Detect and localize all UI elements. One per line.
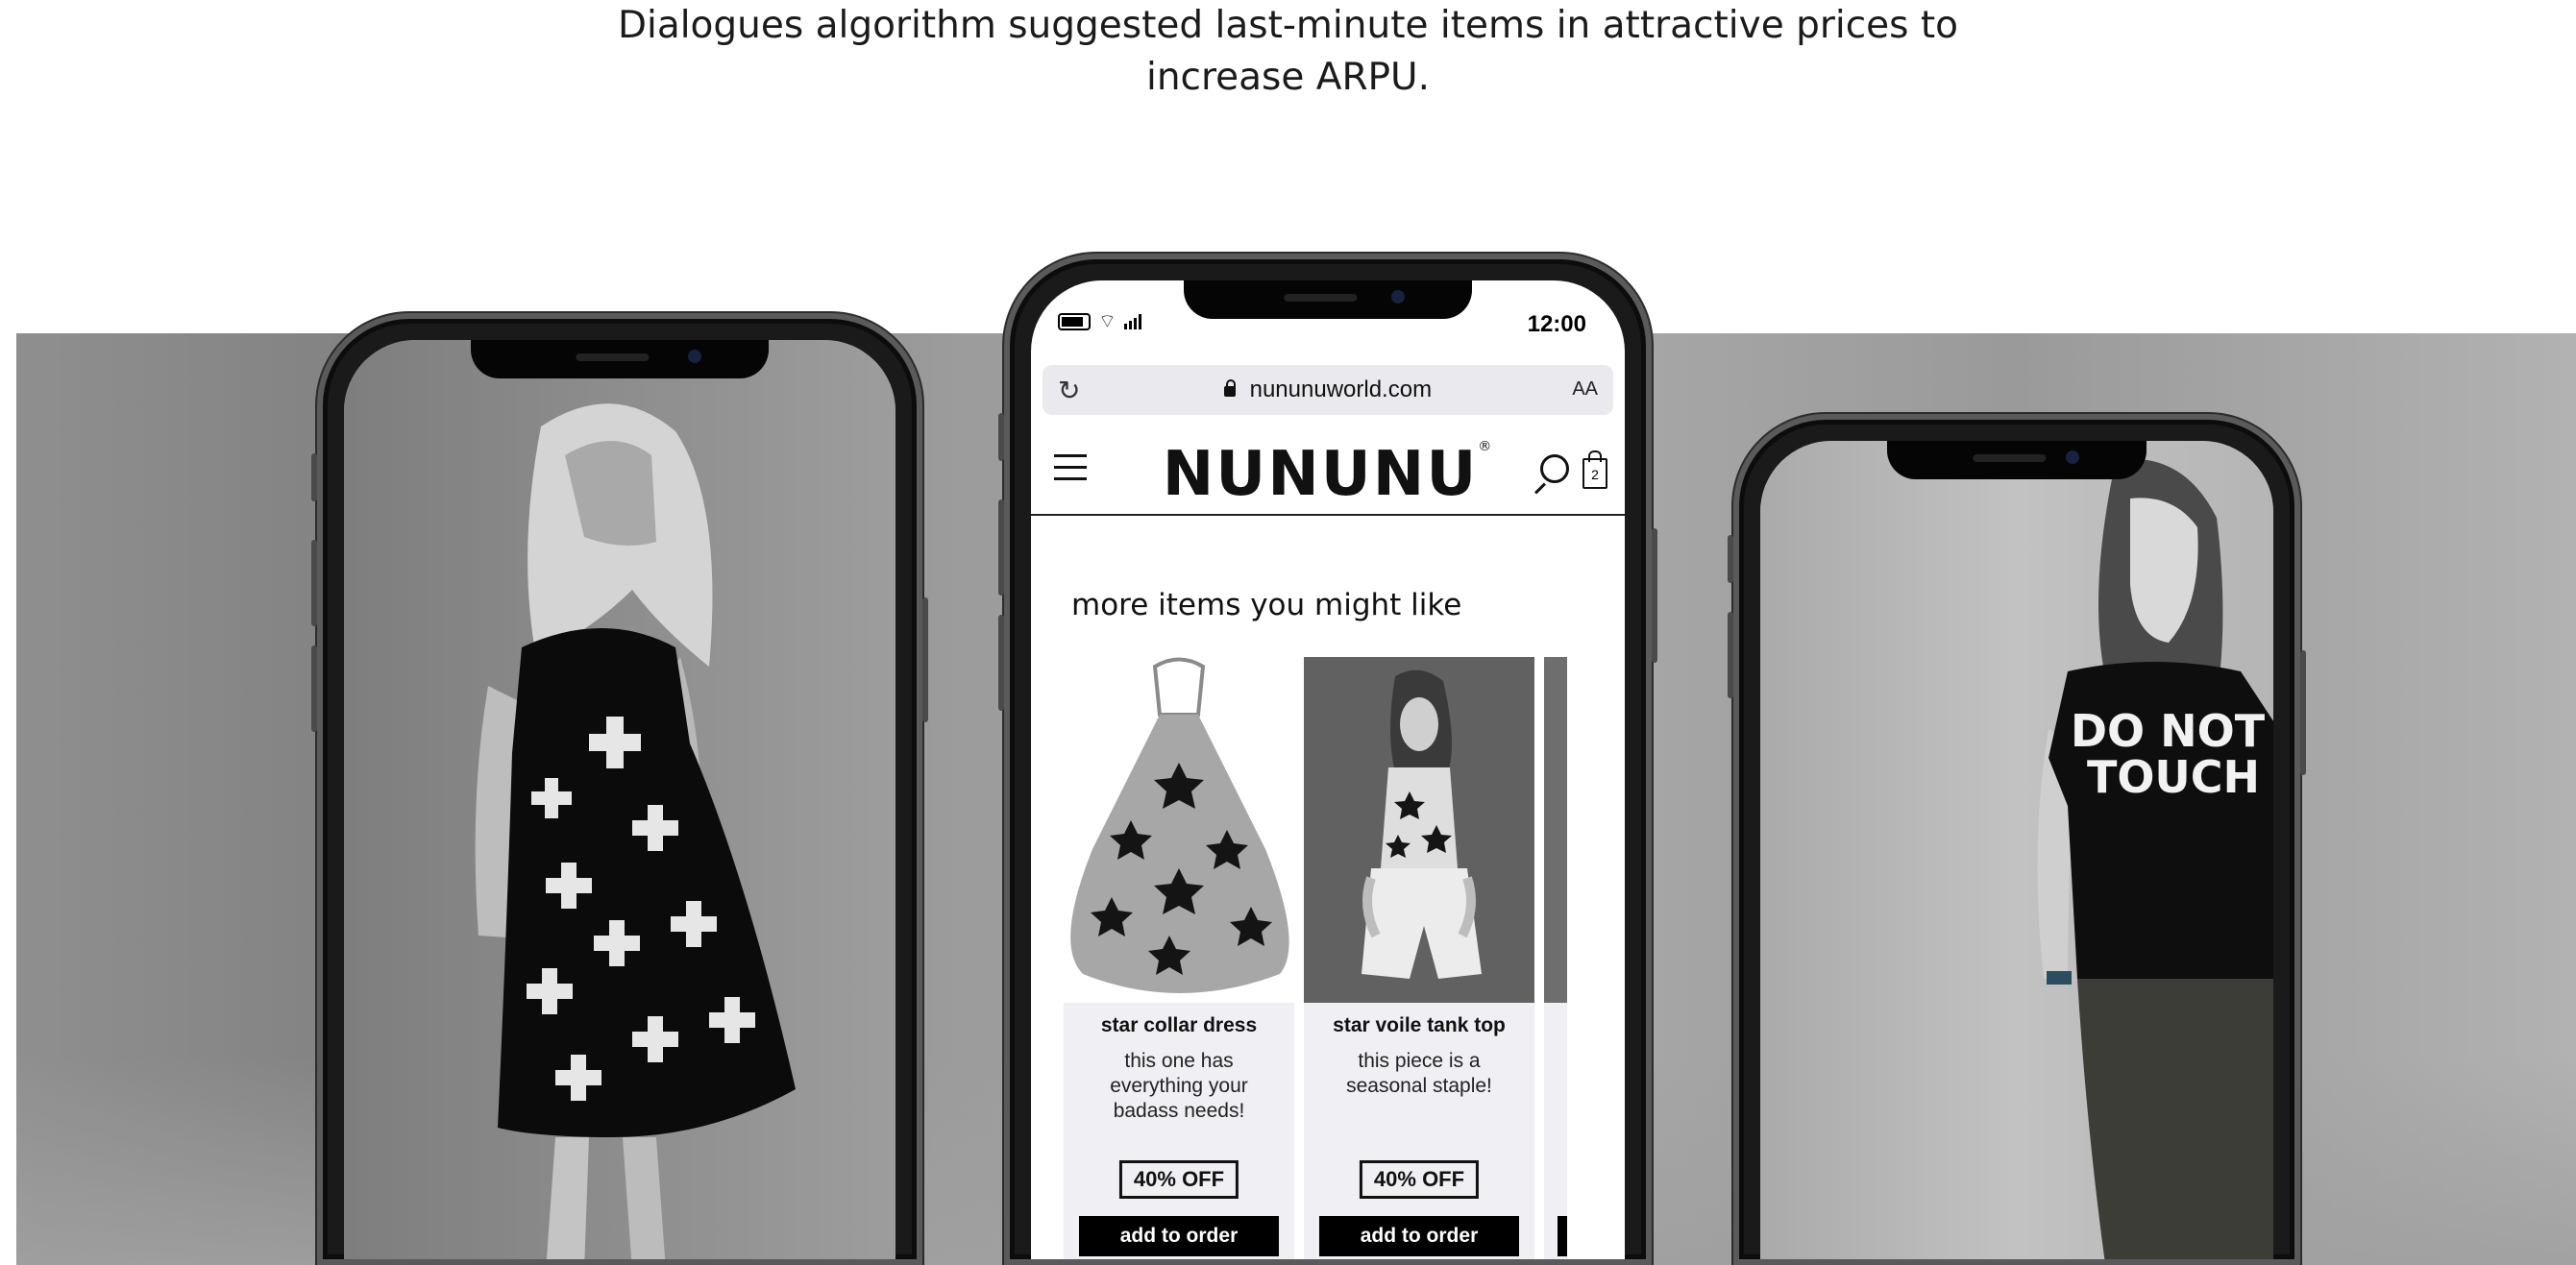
right-phone: DO NOT TOUCH (1728, 414, 2306, 1265)
volume-up-button (1728, 612, 1733, 698)
volume-up-button (998, 499, 1004, 596)
star-voile-tank-top-image (1304, 657, 1534, 1003)
front-camera (1391, 290, 1405, 304)
boy-in-slogan-tee-illustration: DO NOT TOUCH (2037, 458, 2273, 1259)
left-phone-screen (344, 340, 895, 1259)
left-phone (311, 313, 928, 1265)
power-button (2300, 650, 2306, 775)
power-button (1652, 528, 1657, 663)
caption-line-1: Dialogues algorithm suggested last-minut… (617, 4, 1959, 47)
url-text: nununuworld.com (1249, 377, 1433, 402)
registered-mark: ® (1478, 439, 1494, 454)
bag-count: 2 (1591, 467, 1599, 482)
shopping-bag-icon[interactable]: 2 (1582, 450, 1607, 489)
product-name[interactable]: star collar dress (1064, 1014, 1294, 1037)
power-button (922, 597, 928, 722)
add-to-order-button[interactable] (1558, 1216, 1567, 1256)
right-phone-notch (1887, 441, 2147, 479)
product-description: this piece is a seasonal staple! (1346, 1050, 1492, 1097)
caption: Dialogues algorithm suggested last-minut… (0, 0, 2576, 104)
volume-down-button (311, 645, 317, 732)
browser-address-bar[interactable]: ↻ nununuworld.com AA (1043, 365, 1613, 415)
status-time: 12:00 (1527, 311, 1586, 337)
volume-up-button (311, 540, 317, 626)
product-card-peek[interactable] (1544, 657, 1567, 1259)
tee-text-line-2: TOUCH (2087, 751, 2260, 803)
left-product-photo (344, 340, 895, 1259)
star-collar-dress-image (1064, 657, 1294, 1003)
center-phone: ⌔ 12:00 ↻ nununuworld.com AA NUNUNU® 2 m… (998, 254, 1657, 1265)
product-card[interactable]: star collar dress this one has everythin… (1064, 657, 1294, 1259)
lock-icon (1223, 379, 1236, 397)
product-image[interactable] (1064, 657, 1294, 1003)
wifi-icon: ⌔ (1098, 311, 1116, 332)
site-header: NUNUNU® 2 (1031, 429, 1625, 516)
girl-in-cross-dress-illustration (475, 403, 796, 1259)
status-icons: ⌔ (1058, 311, 1141, 332)
product-card[interactable]: star voile tank top this piece is a seas… (1304, 657, 1534, 1259)
tee-text-line-1: DO NOT (2071, 705, 2266, 757)
brand-logo[interactable]: NUNUNU® (1031, 439, 1625, 510)
front-camera (2066, 450, 2079, 464)
center-phone-notch (1184, 280, 1472, 319)
speaker-grille (1284, 294, 1358, 302)
mute-switch (998, 413, 1004, 461)
address-url[interactable]: nununuworld.com (1043, 377, 1613, 403)
volume-down-button (998, 615, 1004, 711)
caption-line-2: increase ARPU. (1145, 56, 1430, 99)
right-product-photo: DO NOT TOUCH (1760, 441, 2273, 1259)
left-phone-notch (471, 340, 769, 378)
speaker-grille (576, 353, 650, 361)
brand-logo-text: NUNUNU (1162, 439, 1479, 510)
text-size-button[interactable]: AA (1572, 378, 1598, 401)
search-icon[interactable] (1540, 454, 1569, 483)
mute-switch (311, 453, 317, 501)
discount-badge: 40% OFF (1359, 1160, 1480, 1199)
product-name[interactable]: star voile tank top (1304, 1014, 1534, 1037)
add-to-order-button[interactable]: add to order (1079, 1216, 1279, 1256)
signal-icon (1123, 314, 1141, 329)
center-phone-screen: ⌔ 12:00 ↻ nununuworld.com AA NUNUNU® 2 m… (1031, 280, 1625, 1259)
product-image[interactable] (1304, 657, 1534, 1003)
speaker-grille (1973, 454, 2047, 462)
product-description: this one has everything your badass need… (1110, 1050, 1248, 1122)
recommendations-title: more items you might like (1071, 588, 1462, 622)
add-to-order-button[interactable]: add to order (1319, 1216, 1519, 1256)
front-camera (688, 350, 701, 363)
right-phone-screen: DO NOT TOUCH (1760, 441, 2273, 1259)
battery-icon (1058, 313, 1091, 330)
product-image[interactable] (1544, 657, 1567, 1003)
mute-switch (1728, 535, 1733, 583)
discount-badge: 40% OFF (1118, 1160, 1239, 1199)
